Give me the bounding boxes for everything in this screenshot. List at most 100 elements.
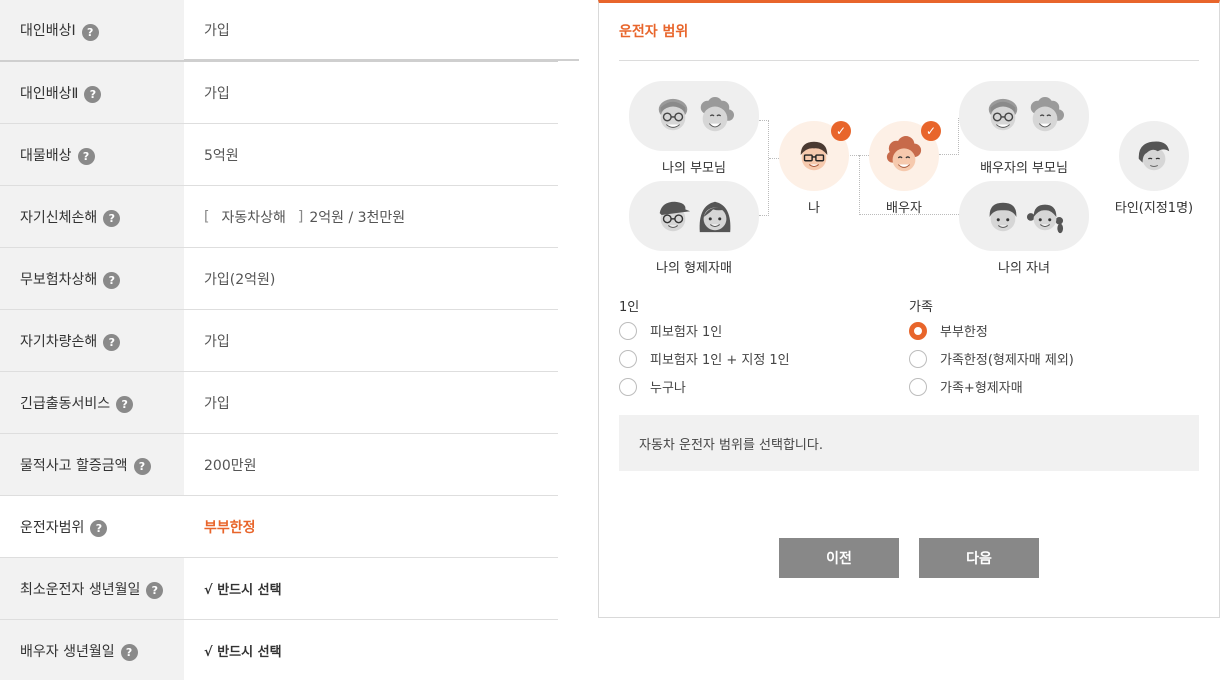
grandpa-icon	[988, 98, 1018, 131]
coverage-row: 자기신체손해? [ 자동차상해 ] 2억원 / 3천만원	[0, 186, 558, 248]
coverage-row: 긴급출동서비스? 가입	[0, 372, 558, 434]
coverage-label-text: 무보험차상해	[20, 271, 98, 288]
coverage-row: 대물배상? 5억원	[0, 124, 558, 186]
help-icon[interactable]: ?	[81, 23, 99, 41]
coverage-value[interactable]: 가입	[184, 310, 558, 371]
avatar-my-siblings[interactable]	[629, 181, 759, 251]
coverage-value[interactable]: 가입	[184, 372, 558, 433]
group-title-family: 가족	[909, 300, 933, 315]
coverage-value[interactable]: 부부한정	[184, 496, 558, 557]
radio-option[interactable]: 누구나	[619, 377, 686, 396]
radio-option[interactable]: 피보험자 1인	[619, 321, 722, 340]
coverage-row: 무보험차상해? 가입(2억원)	[0, 248, 558, 310]
coverage-label: 물적사고 할증금액?	[0, 434, 184, 495]
coverage-label: 무보험차상해?	[0, 248, 184, 309]
bracket-close: ]	[297, 208, 304, 225]
brother-icon	[659, 201, 691, 232]
radio-label: 누구나	[650, 381, 686, 396]
coverage-value[interactable]: 가입	[184, 0, 558, 60]
coverage-label-text: 물적사고 할증금액	[20, 457, 128, 474]
grandma-icon	[700, 97, 734, 132]
coverage-value[interactable]: 5억원	[184, 124, 558, 185]
radio-button[interactable]	[619, 321, 637, 340]
coverage-label-text: 자기차량손해	[20, 333, 98, 350]
coverage-label: 긴급출동서비스?	[0, 372, 184, 433]
coverage-label-text: 긴급출동서비스	[20, 395, 111, 412]
coverage-row: 물적사고 할증금액? 200만원	[0, 434, 558, 496]
coverage-label-text: 대인배상Ⅱ	[20, 85, 79, 102]
help-icon[interactable]: ?	[133, 458, 151, 475]
help-icon[interactable]: ?	[116, 396, 134, 413]
check-icon: ✓	[921, 121, 941, 141]
radio-label: 피보험자 1인	[650, 325, 723, 340]
connector-line	[939, 118, 959, 155]
avatar-label: 타인(지정1명)	[1114, 201, 1194, 216]
avatar-other[interactable]	[1119, 121, 1189, 191]
help-icon[interactable]: ?	[103, 272, 121, 289]
coverage-label-text: 최소운전자 생년월일	[20, 581, 141, 598]
coverage-label: 자기차량손해?	[0, 310, 184, 371]
prev-button[interactable]: 이전	[779, 538, 899, 578]
bracket-text: 자동차상해	[221, 209, 286, 226]
coverage-value[interactable]: 가입(2억원)	[184, 248, 558, 309]
divider	[619, 60, 1199, 61]
next-button[interactable]: 다음	[919, 538, 1039, 578]
radio-option[interactable]: 피보험자 1인 + 지정 1인	[619, 349, 790, 368]
radio-option[interactable]: 가족한정(형제자매 제외)	[909, 349, 1074, 368]
check-icon: ✓	[831, 121, 851, 141]
help-icon[interactable]: ?	[120, 644, 138, 661]
radio-button[interactable]	[619, 377, 637, 396]
avatar-spouse-parents[interactable]	[959, 81, 1089, 151]
coverage-label: 자기신체손해?	[0, 186, 184, 247]
radio-label: 피보험자 1인 + 지정 1인	[650, 353, 790, 368]
radio-button[interactable]	[619, 349, 637, 368]
connector-line	[769, 158, 779, 159]
avatar-label: 나의 부모님	[662, 161, 726, 176]
avatar-label: 나의 형제자매	[656, 261, 732, 276]
radio-label: 가족한정(형제자매 제외)	[940, 353, 1074, 368]
help-icon[interactable]: ?	[103, 334, 121, 351]
driver-scope-panel: 운전자 범위 나의 부모님 나의 형제자매 ✓ 나 ✓ 배우자 배우자의 부모님…	[598, 0, 1220, 618]
help-icon[interactable]: ?	[103, 210, 121, 227]
radio-button[interactable]	[909, 349, 927, 368]
info-message: 자동차 운전자 범위를 선택합니다.	[619, 415, 1199, 471]
coverage-label: 최소운전자 생년월일?	[0, 558, 184, 619]
coverage-label: 대물배상?	[0, 124, 184, 185]
coverage-row: 자기차량손해? 가입	[0, 310, 558, 372]
coverage-label-text: 대물배상	[20, 147, 72, 164]
avatar-my-parents[interactable]	[629, 81, 759, 151]
coverage-value[interactable]: 200만원	[184, 434, 558, 495]
radio-button[interactable]	[909, 377, 927, 396]
help-icon[interactable]: ?	[84, 86, 102, 103]
panel-title: 운전자 범위	[619, 24, 689, 40]
avatar-label: 배우자의 부모님	[980, 161, 1068, 176]
radio-label: 부부한정	[940, 325, 988, 340]
help-icon[interactable]: ?	[146, 582, 164, 599]
coverage-value[interactable]: √ 반드시 선택	[184, 620, 558, 680]
sister-icon	[699, 201, 731, 233]
help-icon[interactable]: ?	[77, 148, 95, 165]
coverage-label-text: 배우자 생년월일	[20, 643, 115, 660]
other-person-icon	[1138, 141, 1170, 171]
radio-button-checked[interactable]	[909, 321, 927, 340]
coverage-label: 대인배상Ⅱ?	[0, 62, 184, 123]
coverage-label: 운전자범위?	[0, 496, 184, 557]
grandpa-icon	[658, 98, 688, 131]
coverage-value[interactable]: [ 자동차상해 ] 2억원 / 3천만원	[184, 186, 558, 247]
grandma-icon	[1030, 97, 1064, 132]
coverage-table: 대인배상Ⅰ? 가입 대인배상Ⅱ? 가입 대물배상? 5억원 자기신체손해? [ …	[0, 0, 558, 680]
boy-icon	[989, 202, 1017, 232]
coverage-value[interactable]: √ 반드시 선택	[184, 558, 558, 619]
bracket-open: [	[204, 208, 210, 225]
avatar-my-children[interactable]	[959, 181, 1089, 251]
spouse-face-icon	[886, 136, 922, 172]
coverage-label-text: 운전자범위	[20, 519, 85, 536]
coverage-row: 대인배상Ⅰ? 가입	[0, 0, 558, 62]
coverage-label-text: 자기신체손해	[20, 209, 98, 226]
help-icon[interactable]: ?	[90, 520, 108, 537]
coverage-value[interactable]: 가입	[184, 62, 558, 123]
group-title-single: 1인	[619, 300, 640, 315]
radio-option[interactable]: 부부한정	[909, 321, 988, 340]
radio-option[interactable]: 가족+형제자매	[909, 377, 1023, 396]
avatar-label: 나의 자녀	[998, 261, 1050, 276]
